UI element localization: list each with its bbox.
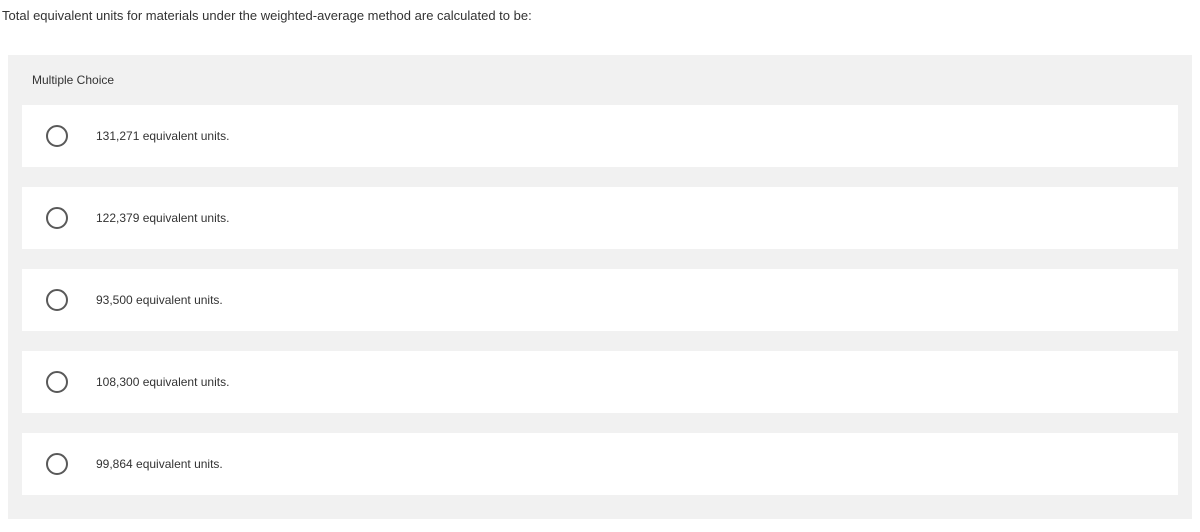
section-header: Multiple Choice (8, 55, 1192, 105)
options-wrap: 131,271 equivalent units. 122,379 equiva… (8, 105, 1192, 519)
option-label: 108,300 equivalent units. (96, 375, 229, 389)
option-label: 131,271 equivalent units. (96, 129, 229, 143)
radio-icon[interactable] (46, 125, 68, 147)
option-row[interactable]: 108,300 equivalent units. (22, 351, 1178, 413)
option-row[interactable]: 122,379 equivalent units. (22, 187, 1178, 249)
radio-icon[interactable] (46, 453, 68, 475)
option-label: 93,500 equivalent units. (96, 293, 223, 307)
multiple-choice-container: Multiple Choice 131,271 equivalent units… (8, 55, 1192, 519)
option-label: 122,379 equivalent units. (96, 211, 229, 225)
option-label: 99,864 equivalent units. (96, 457, 223, 471)
question-text: Total equivalent units for materials und… (0, 0, 1200, 23)
option-row[interactable]: 93,500 equivalent units. (22, 269, 1178, 331)
option-row[interactable]: 99,864 equivalent units. (22, 433, 1178, 495)
radio-icon[interactable] (46, 207, 68, 229)
radio-icon[interactable] (46, 371, 68, 393)
option-row[interactable]: 131,271 equivalent units. (22, 105, 1178, 167)
radio-icon[interactable] (46, 289, 68, 311)
